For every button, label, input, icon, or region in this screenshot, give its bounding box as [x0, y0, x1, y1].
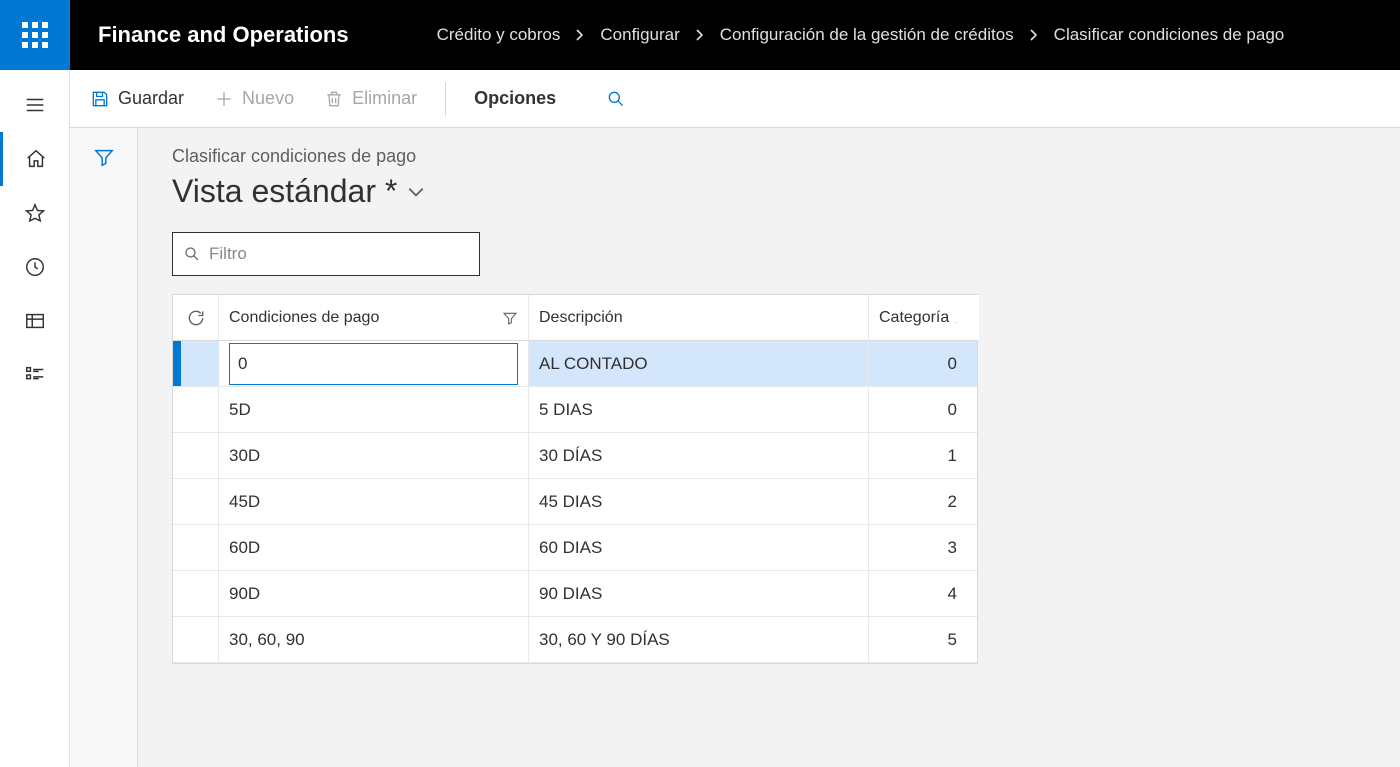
row-spacer — [181, 341, 219, 386]
action-divider — [445, 82, 446, 116]
cell-description[interactable]: 5 DIAS — [529, 387, 869, 432]
new-button[interactable]: Nuevo — [208, 84, 300, 113]
new-label: Nuevo — [242, 88, 294, 109]
chevron-down-icon[interactable] — [407, 183, 425, 201]
cell-description[interactable]: AL CONTADO — [529, 341, 869, 386]
cell-description[interactable]: 90 DIAS — [529, 571, 869, 616]
filter-pane-toggle[interactable] — [70, 128, 138, 767]
row-handle[interactable] — [173, 479, 219, 524]
cell-category[interactable]: 5 — [869, 617, 979, 662]
breadcrumb-item[interactable]: Configuración de la gestión de créditos — [720, 25, 1014, 45]
cell-description[interactable]: 30 DÍAS — [529, 433, 869, 478]
view-name[interactable]: Vista estándar * — [172, 173, 397, 210]
chevron-right-icon — [574, 29, 586, 41]
breadcrumb-item[interactable]: Configurar — [600, 25, 679, 45]
table-row[interactable]: 45D45 DIAS2 — [173, 479, 977, 525]
cell-category[interactable]: 1 — [869, 433, 979, 478]
nav-hamburger-button[interactable] — [0, 78, 70, 132]
column-header-category[interactable]: Categoría — [869, 295, 979, 340]
cell-description[interactable]: 60 DIAS — [529, 525, 869, 570]
breadcrumb-item[interactable]: Clasificar condiciones de pago — [1054, 25, 1285, 45]
column-header-label: Condiciones de pago — [229, 309, 379, 327]
table-row[interactable]: 30D30 DÍAS1 — [173, 433, 977, 479]
nav-modules-button[interactable] — [0, 348, 70, 402]
row-handle[interactable] — [173, 387, 219, 432]
table-row[interactable]: 90D90 DIAS4 — [173, 571, 977, 617]
table-row[interactable]: 60D60 DIAS3 — [173, 525, 977, 571]
nav-favorites-button[interactable] — [0, 186, 70, 240]
cell-category[interactable]: 0 — [869, 387, 979, 432]
options-button[interactable]: Opciones — [468, 84, 562, 113]
column-header-label: Categoría — [879, 309, 949, 327]
nav-home-button[interactable] — [0, 132, 70, 186]
global-header: Finance and Operations Crédito y cobros … — [0, 0, 1400, 70]
app-title: Finance and Operations — [70, 0, 377, 70]
cell-category[interactable]: 2 — [869, 479, 979, 524]
nav-workspaces-button[interactable] — [0, 294, 70, 348]
grid-header: Condiciones de pago Descripción Categorí… — [173, 295, 977, 341]
grid-refresh-button[interactable] — [173, 295, 219, 340]
quick-filter[interactable] — [172, 232, 480, 276]
cell-terms[interactable]: 90D — [219, 571, 529, 616]
cell-terms[interactable]: 5D — [219, 387, 529, 432]
main-region: Guardar Nuevo Eliminar Opciones — [70, 70, 1400, 767]
nav-sidebar — [0, 70, 70, 767]
nav-recent-button[interactable] — [0, 240, 70, 294]
save-button[interactable]: Guardar — [84, 84, 190, 113]
funnel-icon[interactable] — [502, 310, 518, 326]
cell-description[interactable]: 45 DIAS — [529, 479, 869, 524]
quick-filter-input[interactable] — [209, 244, 469, 264]
data-grid: Condiciones de pago Descripción Categorí… — [172, 294, 978, 664]
breadcrumb-item[interactable]: Crédito y cobros — [437, 25, 561, 45]
search-icon — [183, 245, 201, 263]
cell-terms[interactable]: 45D — [219, 479, 529, 524]
delete-button[interactable]: Eliminar — [318, 84, 423, 113]
cell-description[interactable]: 30, 60 Y 90 DÍAS — [529, 617, 869, 662]
row-handle[interactable] — [173, 571, 219, 616]
sort-asc-icon — [955, 311, 957, 325]
cell-category[interactable]: 3 — [869, 525, 979, 570]
chevron-right-icon — [1028, 29, 1040, 41]
cell-terms[interactable]: 30D — [219, 433, 529, 478]
chevron-right-icon — [694, 29, 706, 41]
row-handle[interactable] — [173, 525, 219, 570]
row-selection-indicator — [173, 341, 181, 386]
column-header-terms[interactable]: Condiciones de pago — [219, 295, 529, 340]
save-label: Guardar — [118, 88, 184, 109]
delete-label: Eliminar — [352, 88, 417, 109]
column-header-description[interactable]: Descripción — [529, 295, 869, 340]
table-row[interactable]: 0AL CONTADO0 — [173, 341, 977, 387]
table-row[interactable]: 5D5 DIAS0 — [173, 387, 977, 433]
cell-category[interactable]: 4 — [869, 571, 979, 616]
page-subtitle: Clasificar condiciones de pago — [172, 146, 1380, 167]
cell-terms[interactable]: 60D — [219, 525, 529, 570]
search-button[interactable] — [600, 85, 632, 113]
page-content: Clasificar condiciones de pago Vista est… — [138, 128, 1400, 767]
app-launcher-button[interactable] — [0, 0, 70, 70]
options-label: Opciones — [474, 88, 556, 109]
action-bar: Guardar Nuevo Eliminar Opciones — [70, 70, 1400, 128]
cell-terms[interactable]: 0 — [219, 341, 529, 386]
column-header-label: Descripción — [539, 309, 623, 327]
cell-category[interactable]: 0 — [869, 341, 979, 386]
breadcrumb: Crédito y cobros Configurar Configuració… — [377, 0, 1285, 70]
row-handle[interactable] — [173, 617, 219, 662]
row-handle[interactable] — [173, 433, 219, 478]
cell-terms[interactable]: 30, 60, 90 — [219, 617, 529, 662]
table-row[interactable]: 30, 60, 9030, 60 Y 90 DÍAS5 — [173, 617, 977, 663]
cell-terms-input[interactable]: 0 — [229, 343, 518, 385]
waffle-icon — [22, 22, 48, 48]
